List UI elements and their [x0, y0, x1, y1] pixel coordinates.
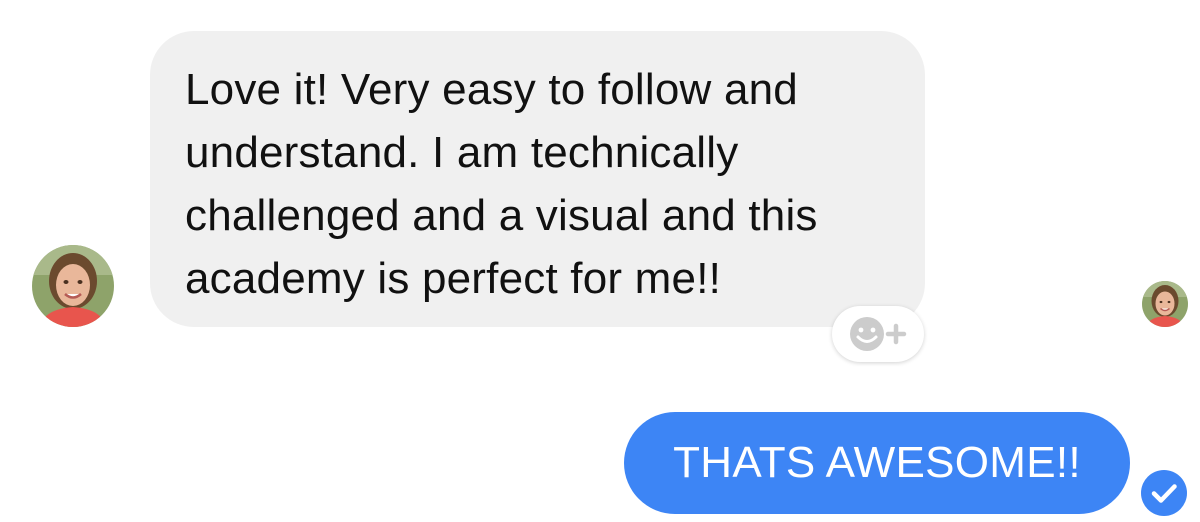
seen-by-avatar-photo	[1142, 281, 1188, 327]
incoming-message-text: Love it! Very easy to follow and underst…	[185, 58, 905, 310]
outgoing-message-bubble[interactable]: THATS AWESOME!!	[624, 412, 1130, 514]
incoming-message-line: challenged and a visual and this	[185, 191, 818, 240]
outgoing-message-text: THATS AWESOME!!	[673, 438, 1081, 487]
sender-avatar-photo	[32, 245, 114, 327]
incoming-message-line: Love it! Very easy to follow and	[185, 65, 798, 114]
smiley-plus-icon	[850, 317, 907, 351]
seen-by-avatar	[1142, 281, 1188, 327]
delivered-check-icon	[1141, 470, 1187, 516]
incoming-message-line: understand. I am technically	[185, 128, 739, 177]
sender-avatar[interactable]	[32, 245, 114, 327]
add-reaction-button[interactable]	[832, 306, 924, 362]
incoming-message-bubble[interactable]: Love it! Very easy to follow and underst…	[150, 31, 925, 327]
incoming-message-line: academy is perfect for me!!	[185, 254, 722, 303]
